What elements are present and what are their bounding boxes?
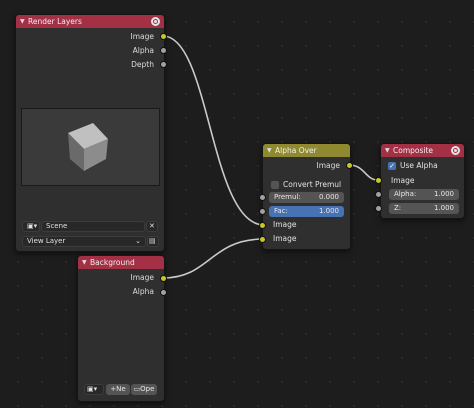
alpha-over-image2-socket[interactable]	[259, 236, 266, 243]
premul-label: Premul:	[274, 193, 301, 201]
alpha-over-header[interactable]: ▼ Alpha Over	[263, 144, 350, 157]
composite-z-socket[interactable]	[375, 205, 382, 212]
new-image-label: Ne	[116, 385, 126, 393]
alpha-field[interactable]: Alpha: 1.000	[389, 189, 459, 200]
render-layers-header[interactable]: ▼ Render Layers	[16, 15, 164, 28]
link-alphaover-composite	[348, 164, 379, 181]
background-image-socket[interactable]	[160, 275, 167, 282]
fac-value: 1.000	[318, 207, 339, 215]
scene-icon-dropdown[interactable]: ▣▾	[22, 221, 40, 232]
composite-node[interactable]: ▼ Composite ✓ Use Alpha Image Alpha: 1.0…	[380, 143, 465, 219]
open-image-button[interactable]: ▭Ope	[131, 384, 157, 395]
output-alpha-label: Alpha	[132, 46, 154, 55]
node-title: Alpha Over	[275, 146, 317, 155]
composite-alpha-socket[interactable]	[375, 191, 382, 198]
z-field[interactable]: Z: 1.000	[389, 203, 459, 214]
collapse-arrow-icon[interactable]: ▼	[20, 18, 28, 25]
view-layer-selector[interactable]: View Layer ⌄	[22, 236, 146, 247]
premul-field[interactable]: Premul: 0.000	[269, 192, 344, 203]
render-layers-depth-socket[interactable]	[160, 61, 167, 68]
z-value: 1.000	[433, 204, 454, 212]
use-alpha-checkbox[interactable]: ✓	[388, 162, 396, 170]
scene-selector[interactable]: Scene	[41, 221, 145, 232]
output-depth-label: Depth	[131, 60, 154, 69]
globe-icon	[451, 146, 460, 155]
link-renderlayers-alphaover	[162, 35, 265, 226]
node-title: Background	[90, 258, 135, 267]
view-layer-render-button[interactable]: ▤	[147, 236, 159, 247]
alpha-value: 1.000	[433, 190, 454, 198]
output-image-label: Image	[130, 273, 155, 282]
alpha-over-image1-socket[interactable]	[259, 222, 266, 229]
composite-image-socket[interactable]	[375, 177, 382, 184]
z-label: Z:	[394, 204, 402, 212]
open-image-label: Ope	[140, 385, 155, 393]
node-title: Composite	[393, 146, 434, 155]
output-image-label: Image	[316, 161, 341, 170]
alpha-over-node[interactable]: ▼ Alpha Over Image Convert Premul Premul…	[262, 143, 351, 250]
convert-premul-label: Convert Premul	[283, 180, 342, 189]
chevron-down-icon: ⌄	[135, 237, 141, 245]
cube-preview-image	[68, 123, 108, 171]
output-image-label: Image	[130, 32, 155, 41]
premul-value: 0.000	[318, 193, 339, 201]
collapse-arrow-icon[interactable]: ▼	[267, 147, 275, 154]
node-title: Render Layers	[28, 17, 82, 26]
alpha-label: Alpha:	[394, 190, 417, 198]
alpha-over-fac-socket[interactable]	[259, 208, 266, 215]
alpha-over-premul-socket[interactable]	[259, 194, 266, 201]
composite-header[interactable]: ▼ Composite	[381, 144, 464, 157]
background-header[interactable]: ▼ Background	[78, 256, 164, 269]
use-alpha-label: Use Alpha	[400, 161, 438, 170]
fac-field[interactable]: Fac: 1.000	[269, 206, 344, 217]
view-layer-label: View Layer	[27, 237, 66, 245]
render-layers-alpha-socket[interactable]	[160, 47, 167, 54]
fac-label: Fac:	[274, 207, 288, 215]
scene-clear-button[interactable]: ✕	[146, 221, 158, 232]
background-alpha-socket[interactable]	[160, 289, 167, 296]
input-image-2-label: Image	[273, 234, 297, 243]
image-browse-dropdown[interactable]: ▣▾	[84, 384, 104, 395]
input-image-1-label: Image	[273, 220, 297, 229]
input-image-label: Image	[391, 176, 415, 185]
output-alpha-label: Alpha	[132, 287, 154, 296]
background-node[interactable]: ▼ Background Image Alpha ▣▾ +Ne ▭Ope	[77, 255, 165, 402]
globe-icon	[151, 17, 160, 26]
render-preview	[21, 108, 160, 186]
link-background-alphaover	[162, 238, 265, 279]
render-layers-node[interactable]: ▼ Render Layers Image Alpha Depth ▣▾ Sce…	[15, 14, 165, 252]
convert-premul-checkbox[interactable]	[271, 181, 279, 189]
alpha-over-output-socket[interactable]	[346, 162, 353, 169]
collapse-arrow-icon[interactable]: ▼	[82, 259, 90, 266]
render-layers-image-socket[interactable]	[160, 33, 167, 40]
collapse-arrow-icon[interactable]: ▼	[385, 147, 393, 154]
new-image-button[interactable]: +Ne	[106, 384, 130, 395]
